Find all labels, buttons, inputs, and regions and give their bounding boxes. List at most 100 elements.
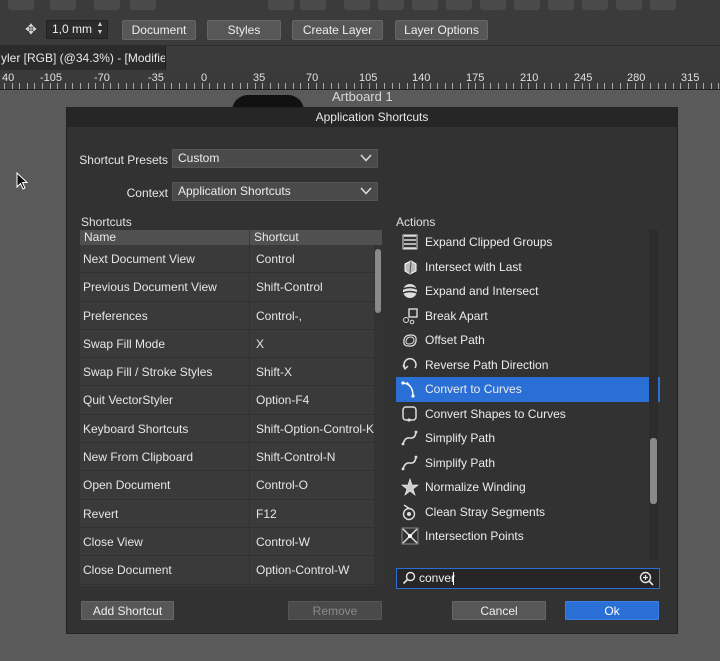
table-row[interactable]: Open Document Control-O — [80, 471, 382, 500]
ruler-tick — [520, 83, 522, 89]
shortcut-name: Preferences — [83, 308, 148, 323]
intersect-with-last-icon — [404, 259, 417, 275]
shortcut-keys: Shift-X — [256, 365, 293, 380]
ruler-tick — [642, 83, 644, 89]
action-item[interactable]: Offset Path — [396, 328, 660, 353]
table-row[interactable]: New From Clipboard Shift-Control-N — [80, 443, 382, 472]
actions-search-input[interactable]: conver — [396, 568, 660, 589]
table-row[interactable]: Keyboard Shortcuts Shift-Option-Control-K — [80, 414, 382, 444]
add-shortcut-button[interactable]: Add Shortcut — [81, 601, 174, 620]
shortcuts-scrollbar-thumb[interactable] — [375, 249, 381, 313]
table-row[interactable]: Quit VectorStyler Option-F4 — [80, 386, 382, 415]
document-button[interactable]: Document — [122, 20, 196, 40]
stroke-width-stepper[interactable]: ▲ ▼ — [95, 21, 105, 38]
column-separator — [249, 358, 250, 386]
action-item[interactable]: Simplify Path — [396, 451, 660, 476]
move-icon[interactable]: ✥ — [22, 20, 40, 38]
intersection-points-icon — [401, 527, 419, 545]
ruler-tick — [95, 83, 97, 89]
shortcut-column-header[interactable]: Shortcut — [254, 230, 299, 245]
table-row[interactable]: Preferences Control-, — [80, 301, 382, 330]
action-item[interactable]: Normalize Winding — [396, 475, 660, 500]
actions-scrollbar[interactable] — [649, 230, 658, 560]
shortcuts-section-label: Shortcuts — [81, 215, 132, 229]
document-tab[interactable]: yler [RGB] (@34.3%) - [Modified] — [0, 46, 166, 70]
break-apart-icon — [403, 307, 418, 324]
shortcut-keys: Option-Control-W — [256, 563, 350, 578]
action-label: Convert Shapes to Curves — [425, 406, 566, 421]
ruler-tick — [270, 83, 271, 89]
toolbar-tool-icon[interactable] — [344, 0, 370, 10]
ruler-tick — [292, 83, 294, 89]
column-separator — [249, 443, 250, 471]
column-separator — [249, 386, 250, 414]
action-item[interactable]: Convert to Curves — [396, 377, 660, 402]
table-row[interactable]: Revert F12 — [80, 499, 382, 528]
action-item[interactable]: Break Apart — [396, 304, 660, 329]
context-toolbar: ✥ 1,0 mm ▲ ▼ Document Styles Create Layer… — [0, 12, 720, 46]
toolbar-tool-icon[interactable] — [130, 0, 156, 10]
toolbar-tool-icon[interactable] — [300, 0, 326, 10]
toolbar-tool-icon[interactable] — [650, 0, 676, 10]
toolbar-tool-icon[interactable] — [582, 0, 608, 10]
action-item[interactable]: Reverse Path Direction — [396, 353, 660, 378]
ruler-tick — [619, 83, 621, 89]
toolbar-tool-icon[interactable] — [514, 0, 540, 10]
ok-button[interactable]: Ok — [565, 601, 659, 620]
ruler-tick — [627, 83, 629, 89]
toolbar-tool-icon[interactable] — [94, 0, 120, 10]
styles-button[interactable]: Styles — [207, 20, 281, 40]
remove-button[interactable]: Remove — [288, 601, 382, 620]
ruler-tick — [444, 83, 446, 89]
table-row[interactable]: Previous Document View Shift-Control — [80, 273, 382, 302]
toolbar-tool-icon[interactable] — [548, 0, 574, 10]
ruler-tick — [604, 83, 606, 89]
create-layer-button[interactable]: Create Layer — [292, 20, 383, 40]
ruler-tick — [209, 83, 211, 89]
toolbar-tool-icon[interactable] — [412, 0, 438, 10]
ruler-tick — [718, 83, 720, 89]
action-item[interactable]: Intersect with Last — [396, 255, 660, 280]
action-item[interactable]: Expand Clipped Groups — [396, 230, 660, 255]
toolbar-tool-icon[interactable] — [616, 0, 642, 10]
action-item[interactable]: Simplify Path — [396, 426, 660, 451]
cancel-button[interactable]: Cancel — [452, 601, 546, 620]
shortcut-presets-dropdown[interactable]: Custom — [172, 149, 378, 168]
shortcut-presets-value: Custom — [178, 151, 220, 165]
table-row[interactable]: Swap Fill / Stroke Styles Shift-X — [80, 358, 382, 387]
table-row[interactable]: Close Document Option-Control-W — [80, 556, 382, 585]
action-item[interactable]: Intersection Points — [396, 524, 660, 549]
action-label: Offset Path — [425, 333, 485, 347]
action-item[interactable]: Expand and Intersect — [396, 279, 660, 304]
toolbar-tool-icon[interactable] — [8, 0, 34, 10]
ruler-tick — [634, 83, 636, 89]
context-dropdown[interactable]: Application Shortcuts — [172, 182, 378, 201]
shortcut-name: Close Document — [83, 563, 172, 578]
toolbar-tool-icon[interactable] — [480, 0, 506, 10]
toolbar-tool-icon[interactable] — [446, 0, 472, 10]
ruler-tick — [42, 83, 43, 89]
ruler-tick — [315, 83, 317, 89]
ruler-tick — [102, 83, 104, 89]
layer-options-button[interactable]: Layer Options — [395, 20, 488, 40]
shortcuts-scrollbar[interactable] — [374, 245, 382, 586]
zoom-search-icon[interactable] — [639, 571, 654, 586]
toolbar-tool-icon[interactable] — [268, 0, 294, 10]
name-column-header[interactable]: Name — [84, 230, 116, 245]
action-item[interactable]: Convert Shapes to Curves — [396, 402, 660, 427]
shortcut-keys: Control-, — [256, 308, 303, 323]
table-row[interactable]: Next Document View Control — [80, 245, 382, 274]
ruler-tick — [437, 83, 439, 89]
ruler-tick — [19, 83, 21, 89]
toolbar-tool-icon[interactable] — [378, 0, 404, 10]
toolbar-tool-icon[interactable] — [50, 0, 76, 10]
table-row[interactable]: Close View Control-W — [80, 527, 382, 557]
shortcut-name: Open Document — [83, 478, 171, 493]
action-item[interactable]: Clean Stray Segments — [396, 500, 660, 525]
actions-scrollbar-thumb[interactable] — [650, 438, 657, 504]
ruler-tick — [49, 83, 51, 89]
column-separator — [249, 273, 250, 301]
table-row[interactable]: Swap Fill Mode X — [80, 329, 382, 359]
shortcut-keys: Option-F4 — [256, 393, 310, 408]
horizontal-ruler[interactable]: 40 -105 -70 -35 0 35 70 105 140 175 210 … — [0, 70, 720, 90]
